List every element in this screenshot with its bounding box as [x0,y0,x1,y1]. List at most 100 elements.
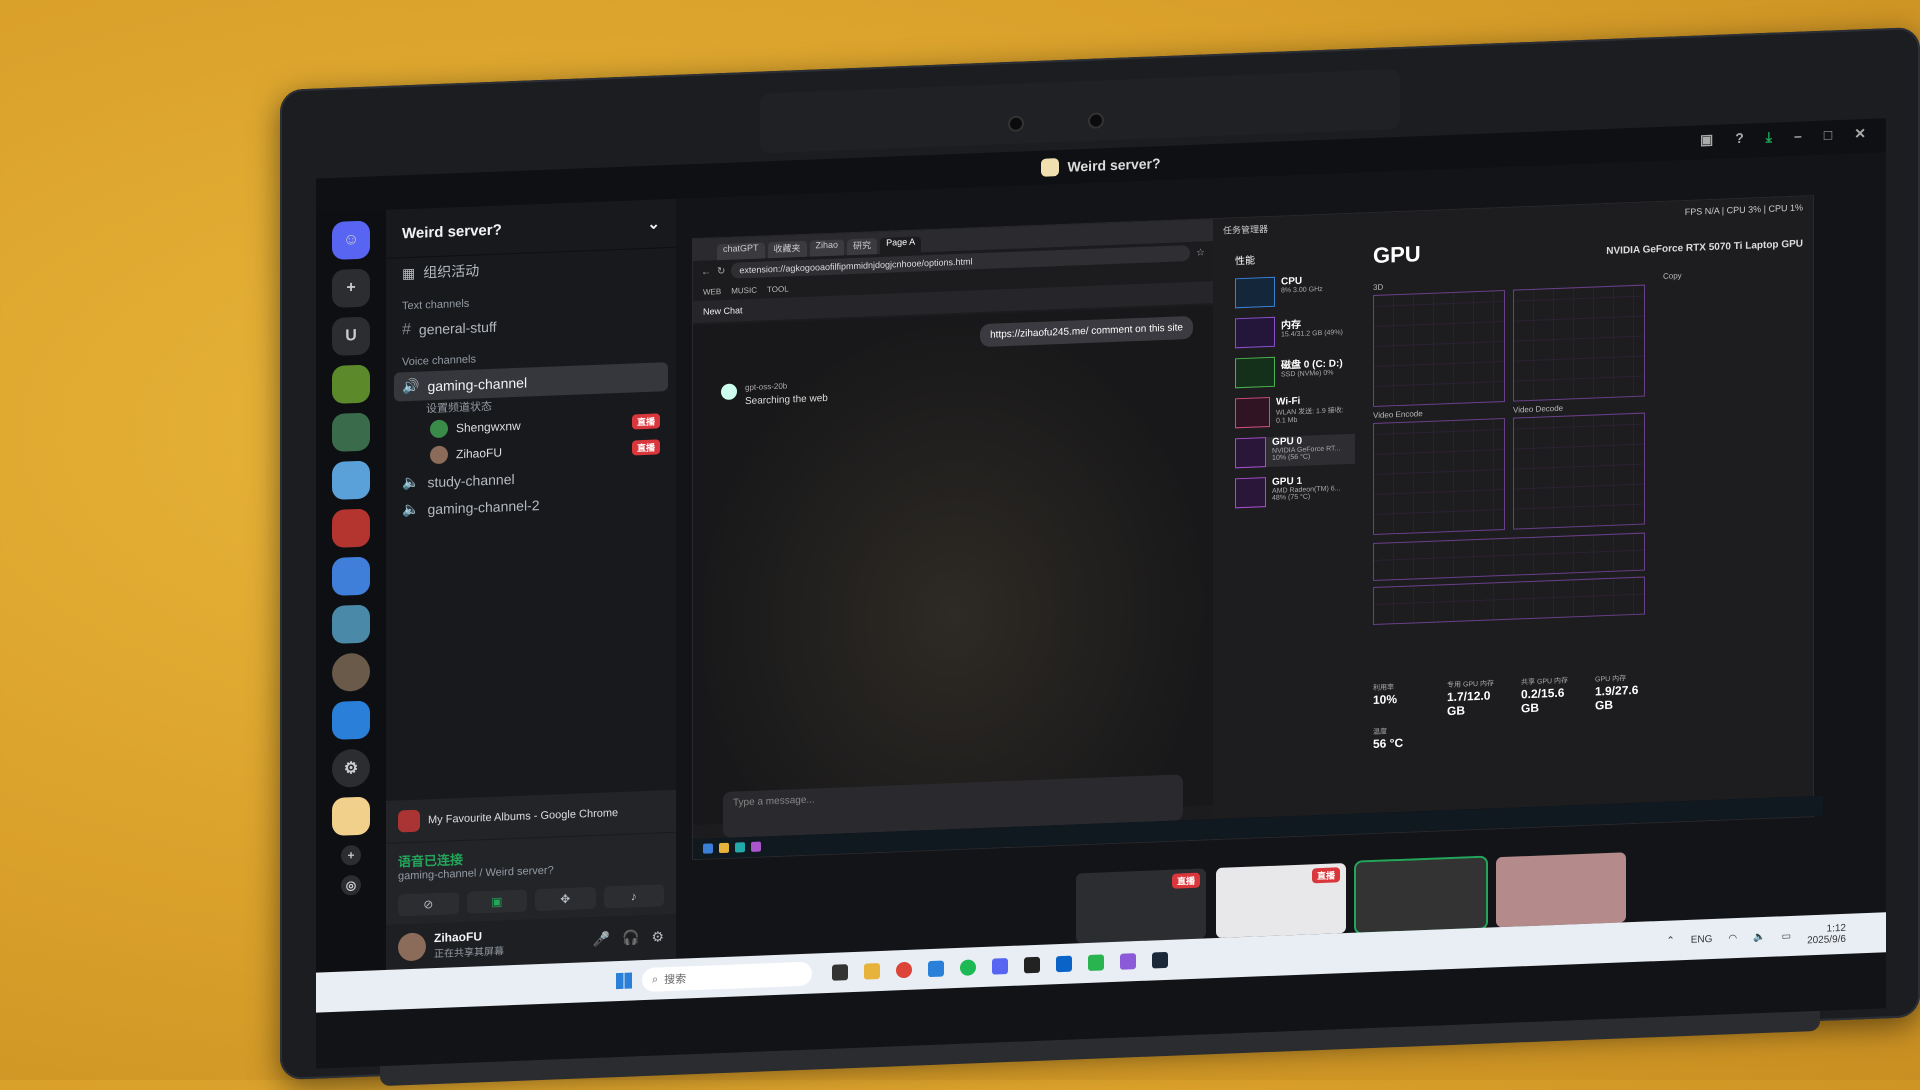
file-explorer-icon[interactable] [864,962,880,980]
perf-item-gpu1[interactable]: GPU 1 AMD Radeon(TM) 6... 48% (75 °C) [1235,474,1355,509]
minimize-button[interactable]: – [1794,128,1802,145]
browser-tab-active[interactable]: Page A [880,236,922,254]
participant-thumb-selected[interactable] [1354,855,1488,935]
server-icon[interactable] [332,604,370,645]
chevron-up-icon[interactable]: ⌃ [1666,935,1674,946]
stream-thumb-browser[interactable]: 直播 [1216,863,1346,939]
item-detail: SSD (NVMe) 0% [1281,369,1334,379]
settings-gear-icon[interactable]: ⚙ [651,928,664,945]
graph-label: 3D [1373,282,1384,293]
avatar [430,419,448,439]
perf-item-cpu[interactable]: CPU 8% 3.00 GHz [1235,274,1355,309]
outlook-icon[interactable] [1056,955,1072,973]
perf-item-wifi[interactable]: Wi-Fi WLAN 发送: 1.9 接收: 0.1 Mb [1235,394,1355,429]
bookmark-folder[interactable]: TOOL [767,284,789,294]
perf-item-disk[interactable]: 磁盘 0 (C: D:) SSD (NVMe) 0% [1235,354,1355,389]
browser-tab[interactable]: Zihao [809,239,845,257]
star-icon[interactable]: ☆ [1196,247,1205,258]
headphones-icon[interactable]: 🎧 [622,929,639,947]
add-server-icon[interactable]: + [332,268,370,309]
wifi-icon[interactable]: ◠ [1728,933,1737,944]
channel-label: gaming-channel [427,374,528,394]
steam-icon[interactable]: ⚙ [332,748,370,789]
camera-lens-icon [1010,117,1022,130]
bookmark-folder[interactable]: WEB [703,287,721,297]
inbox-icon[interactable]: ▣ [1700,131,1713,149]
stat-value: 1.9/27.6 GB [1595,682,1639,713]
server-u[interactable]: U [332,316,370,357]
item-detail: 15.4/31.2 GB (49%) [1281,329,1343,339]
server-icon[interactable] [332,412,370,453]
sparkline [1235,396,1270,429]
item-detail: NVIDIA GeForce RT... 10% (56 °C) [1272,445,1341,462]
item-detail: 8% 3.00 GHz [1281,285,1323,295]
server-icon[interactable] [332,460,370,501]
gpu-stats: 利用率 10% 专用 GPU 内存 1.7/12.0 GB 共享 GPU 内存 0.2… [1373,672,1659,751]
task-manager-window: 任务管理器 FPS N/A | CPU 3% | CPU 1% 性能 CPU 8%… [1213,196,1813,820]
help-icon[interactable]: ? [1735,130,1744,147]
soundboard-button[interactable]: ♪ [603,884,664,909]
language-indicator[interactable]: ENG [1691,933,1713,945]
server-icon[interactable] [332,508,370,549]
task-manager-title: 任务管理器 [1223,223,1269,236]
server-icon[interactable] [332,652,370,693]
camera-off-button[interactable]: ⊘ [398,892,459,917]
server-icon[interactable] [332,364,370,405]
new-chat-button[interactable]: New Chat [703,305,743,317]
activities-button[interactable]: ✥ [535,886,596,912]
spotify-icon[interactable] [960,959,976,976]
taskbar-search[interactable]: ⌕ 搜索 [642,961,812,993]
shared-screen[interactable]: chatGPT 收藏夹 Zihao 研究 Page A ← ↻ extensio… [692,195,1823,861]
discover-icon[interactable]: ◎ [341,874,361,896]
server-icon[interactable] [332,700,370,741]
download-icon[interactable]: ⤓ [1766,129,1772,146]
app-icon[interactable] [1120,953,1136,970]
windows-start-icon[interactable] [616,972,632,990]
user-status: 正在共享其屏幕 [434,946,504,961]
screen-share-button[interactable]: ▣ [466,889,527,914]
browser-tab[interactable]: 收藏夹 [767,240,807,259]
notion-icon[interactable] [1024,956,1040,974]
close-button[interactable]: ✕ [1854,125,1866,142]
date: 2025/9/6 [1807,933,1846,947]
stat-value: 1.7/12.0 GB [1447,688,1491,719]
maximize-button[interactable]: □ [1824,126,1832,143]
avatar[interactable] [398,931,426,961]
chrome-icon[interactable] [896,961,912,979]
bookmark-folder[interactable]: MUSIC [731,285,757,295]
stream-thumb-screen[interactable]: 直播 [1076,868,1206,944]
participant-thumb[interactable] [1496,852,1626,928]
sparkline [1235,437,1267,469]
stat-value: 10% [1373,692,1398,708]
back-icon[interactable]: ← [701,266,711,277]
chevron-down-icon: ⌄ [647,215,660,233]
reload-icon[interactable]: ↻ [717,265,725,276]
discord-home-icon[interactable]: ☺ [332,220,370,261]
vscode-icon[interactable] [928,960,944,978]
browser-tab[interactable]: chatGPT [717,242,765,261]
discord-icon[interactable] [992,958,1008,975]
steam-icon[interactable] [1152,951,1168,969]
clock[interactable]: 1:12 2025/9/6 [1807,923,1846,946]
bot-avatar [721,383,737,401]
item-detail: WLAN 发送: 1.9 接收: 0.1 Mb [1275,407,1344,425]
perf-item-memory[interactable]: 内存 15.4/31.2 GB (49%) [1235,314,1355,349]
performance-list: CPU 8% 3.00 GHz 内存 15.4/31.2 GB (49%) 磁盘 0… [1235,274,1355,519]
perf-item-gpu0[interactable]: GPU 0 NVIDIA GeForce RT... 10% (56 °C) [1235,433,1355,469]
browser-tab[interactable]: 研究 [847,238,878,256]
mic-icon[interactable]: 🎤 [593,930,610,948]
volume-icon[interactable]: 🔈 [1753,931,1765,942]
server-icon[interactable] [332,556,370,597]
sparkline [1235,477,1267,509]
add-icon[interactable]: + [341,844,361,866]
task-view-icon[interactable] [832,964,848,981]
battery-icon[interactable]: ▭ [1782,930,1791,941]
wechat-icon[interactable] [1088,954,1104,971]
laptop-bezel: Weird server? ▣ ? ⤓ – □ ✕ ☺ + U ⚙ + ◎ We… [280,26,1920,1080]
graph-shared-memory [1373,576,1645,626]
stat-value: 56 °C [1373,735,1404,752]
calendar-icon: ▦ [402,264,416,281]
sparkline [1235,276,1275,309]
weird-server-icon[interactable] [332,796,370,837]
app-icon [719,842,729,854]
